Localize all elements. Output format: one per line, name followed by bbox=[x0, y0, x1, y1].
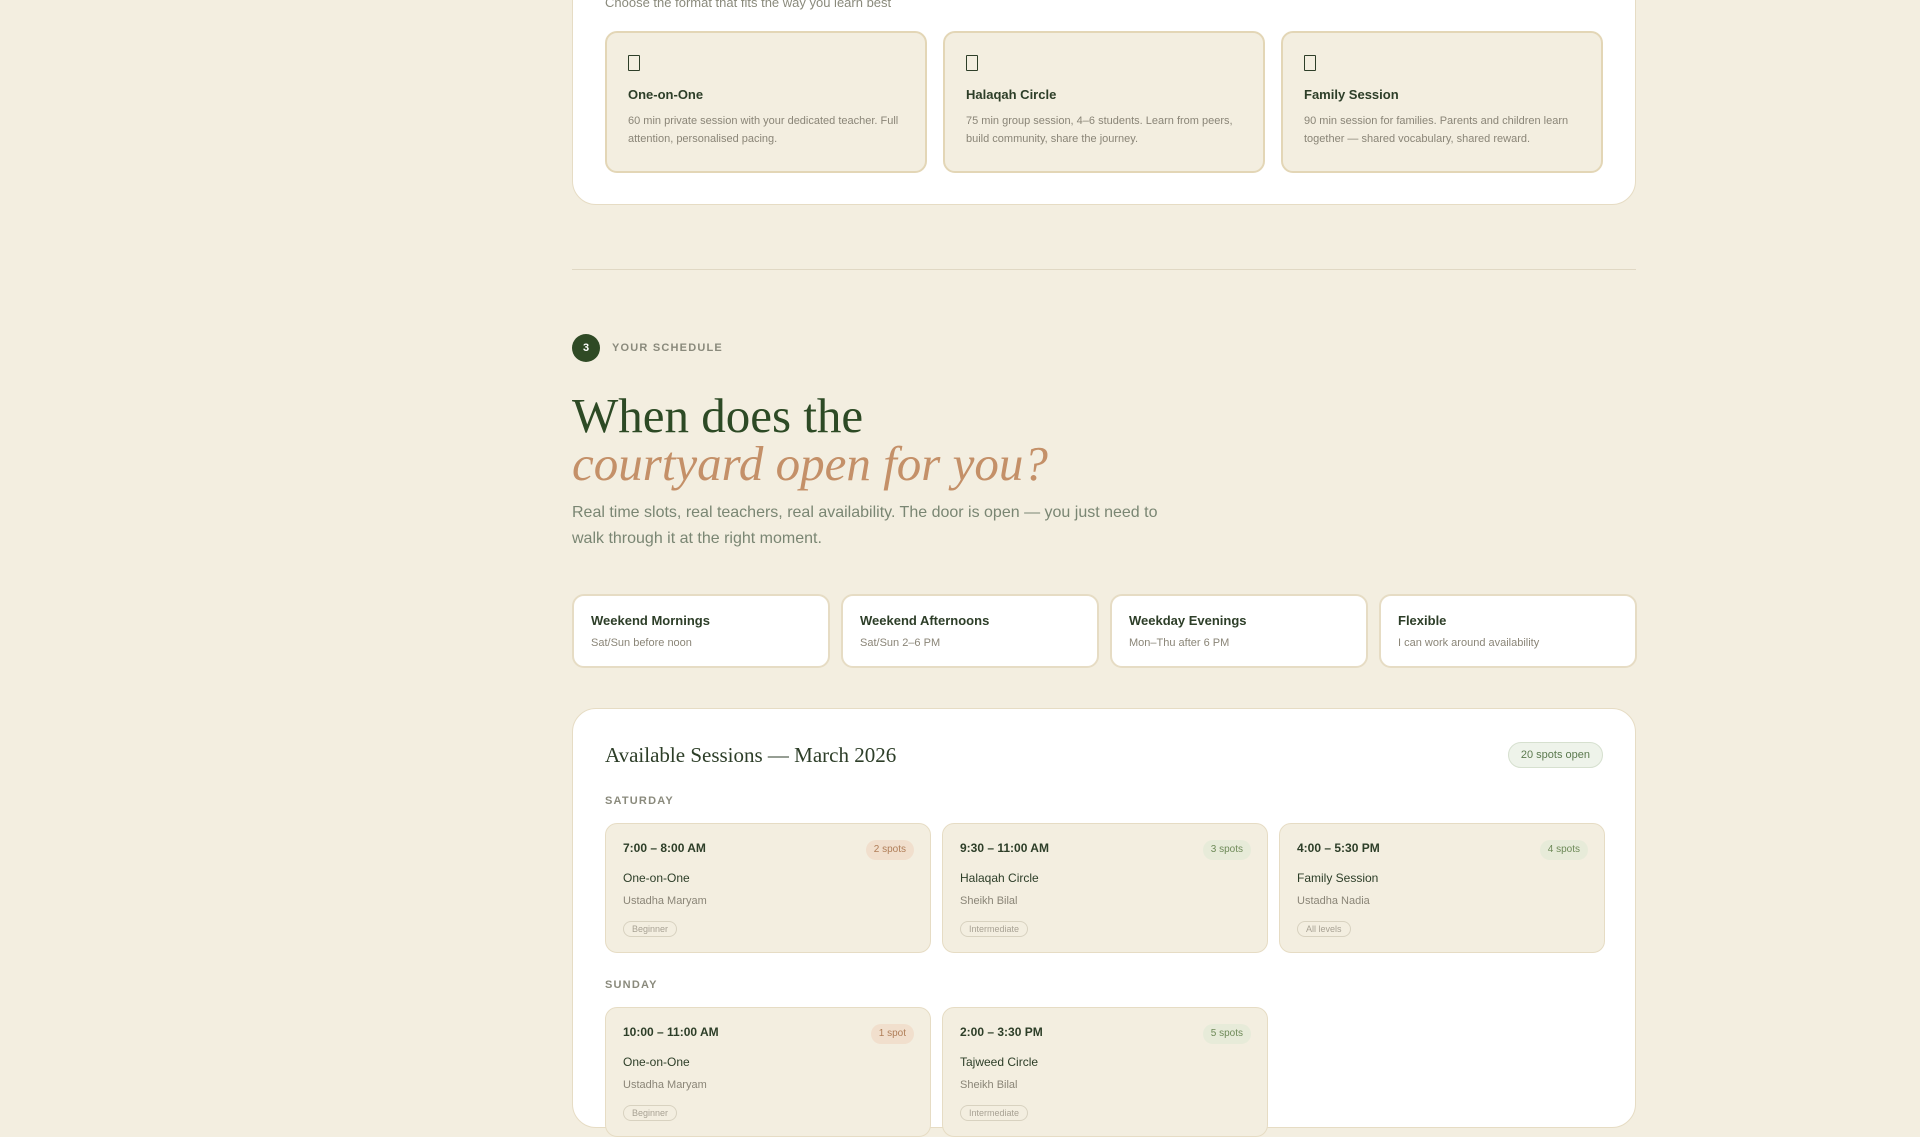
slot-teacher: Ustadha Nadia bbox=[1297, 895, 1370, 907]
slot-teacher: Ustadha Maryam bbox=[623, 895, 707, 907]
session-slot[interactable]: 10:00 – 11:00 AM 1 spot One-on-One Ustad… bbox=[605, 1007, 931, 1137]
step-label: YOUR SCHEDULE bbox=[612, 342, 723, 354]
pref-subtitle: Sat/Sun before noon bbox=[591, 637, 692, 649]
pref-weekend-afternoons[interactable]: Weekend Afternoons Sat/Sun 2–6 PM bbox=[841, 594, 1099, 668]
format-intro-text: Choose the format that fits the way you … bbox=[605, 0, 892, 10]
pref-title: Weekday Evenings bbox=[1129, 613, 1247, 628]
format-card-one-on-one[interactable]: One-on-One 60 min private session with y… bbox=[605, 31, 927, 173]
format-card-halaqah-circle[interactable]: Halaqah Circle 75 min group session, 4–6… bbox=[943, 31, 1265, 173]
day-label-sunday: SUNDAY bbox=[605, 979, 658, 991]
session-slot[interactable]: 7:00 – 8:00 AM 2 spots One-on-One Ustadh… bbox=[605, 823, 931, 953]
slot-spots-badge: 4 spots bbox=[1539, 840, 1588, 860]
person-icon bbox=[628, 55, 640, 71]
slot-level-tag: Intermediate bbox=[960, 921, 1029, 937]
slot-session-type: Tajweed Circle bbox=[960, 1055, 1039, 1069]
slot-teacher: Sheikh Bilal bbox=[960, 895, 1018, 907]
format-card-description: 90 min session for families. Parents and… bbox=[1304, 115, 1569, 145]
headline-line-1: When does the bbox=[572, 388, 864, 443]
slot-time: 10:00 – 11:00 AM bbox=[623, 1025, 719, 1039]
pref-flexible[interactable]: Flexible I can work around availability bbox=[1379, 594, 1637, 668]
format-card-title: Family Session bbox=[1304, 87, 1399, 102]
session-slot[interactable]: 4:00 – 5:30 PM 4 spots Family Session Us… bbox=[1279, 823, 1605, 953]
format-card-family-session[interactable]: Family Session 90 min session for famili… bbox=[1281, 31, 1603, 173]
slot-teacher: Sheikh Bilal bbox=[960, 1079, 1018, 1091]
pref-title: Weekend Afternoons bbox=[860, 613, 990, 628]
group-icon bbox=[966, 55, 978, 71]
slot-spots-badge: 5 spots bbox=[1202, 1024, 1251, 1044]
available-sessions-panel: Available Sessions — March 2026 20 spots… bbox=[572, 708, 1636, 1137]
slot-session-type: Halaqah Circle bbox=[960, 871, 1039, 885]
slot-spots-badge: 3 spots bbox=[1202, 840, 1251, 860]
slot-spots-badge: 1 spot bbox=[870, 1024, 914, 1044]
session-format-panel: Choose the format that fits the way you … bbox=[572, 0, 1636, 205]
pref-subtitle: Mon–Thu after 6 PM bbox=[1129, 637, 1230, 649]
family-icon bbox=[1304, 55, 1316, 71]
pref-title: Flexible bbox=[1398, 613, 1447, 628]
pref-subtitle: I can work around availability bbox=[1398, 637, 1540, 649]
pref-title: Weekend Mornings bbox=[591, 613, 710, 628]
session-slot[interactable]: 9:30 – 11:00 AM 3 spots Halaqah Circle S… bbox=[942, 823, 1268, 953]
sessions-title: Available Sessions — March 2026 bbox=[605, 743, 897, 767]
slot-session-type: Family Session bbox=[1297, 871, 1379, 885]
format-card-title: Halaqah Circle bbox=[966, 87, 1057, 102]
schedule-lead-text: Real time slots, real teachers, real ava… bbox=[572, 504, 1158, 547]
day-label-saturday: SATURDAY bbox=[605, 795, 674, 807]
pref-weekend-mornings[interactable]: Weekend Mornings Sat/Sun before noon bbox=[572, 594, 830, 668]
slot-spots-badge: 2 spots bbox=[865, 840, 914, 860]
pref-subtitle: Sat/Sun 2–6 PM bbox=[860, 637, 941, 649]
spots-open-badge: 20 spots open bbox=[1507, 742, 1603, 768]
format-card-description: 60 min private session with your dedicat… bbox=[628, 115, 899, 145]
format-card-title: One-on-One bbox=[628, 87, 704, 102]
format-card-description: 75 min group session, 4–6 students. Lear… bbox=[966, 115, 1233, 145]
pref-weekday-evenings[interactable]: Weekday Evenings Mon–Thu after 6 PM bbox=[1110, 594, 1368, 668]
slot-teacher: Ustadha Maryam bbox=[623, 1079, 707, 1091]
slot-level-tag: Beginner bbox=[623, 921, 678, 937]
slot-session-type: One-on-One bbox=[623, 871, 690, 885]
headline-line-2: courtyard open for you? bbox=[572, 436, 1048, 491]
slot-level-tag: All levels bbox=[1297, 921, 1351, 937]
schedule-headline: When does the courtyard open for you? bbox=[572, 388, 1048, 491]
slot-level-tag: Intermediate bbox=[960, 1105, 1029, 1121]
session-slot[interactable]: 2:00 – 3:30 PM 5 spots Tajweed Circle Sh… bbox=[942, 1007, 1268, 1137]
slot-level-tag: Beginner bbox=[623, 1105, 678, 1121]
step-number-badge: 3 bbox=[572, 334, 600, 362]
slot-session-type: One-on-One bbox=[623, 1055, 690, 1069]
section-divider bbox=[572, 269, 1636, 270]
